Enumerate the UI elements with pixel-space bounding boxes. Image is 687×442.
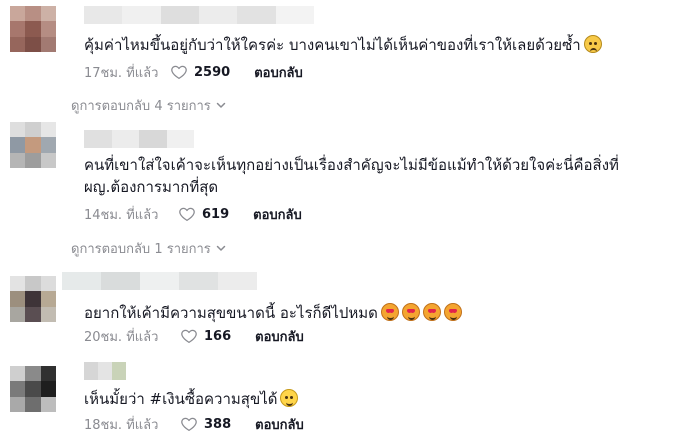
username[interactable]: [62, 272, 257, 290]
comment-meta: 17ชม. ที่แล้ว 2590 ตอบกลับ: [84, 62, 303, 82]
comment-text: คนที่เขาใส่ใจเค้าจะเห็นทุกอย่างเป็นเรื่อ…: [84, 156, 619, 196]
comment-time: 18ชม. ที่แล้ว: [84, 417, 159, 433]
comment-meta: 14ชม. ที่แล้ว 619 ตอบกลับ: [84, 204, 302, 224]
comment-time: 20ชม. ที่แล้ว: [84, 329, 159, 345]
comment-item: เห็นมั้ยว่า #เงินซื้อความสุขได้ 18ชม. ที…: [0, 356, 687, 442]
like-count: 2590: [194, 64, 231, 80]
avatar[interactable]: [10, 6, 56, 52]
heart-eyes-face-icon: [401, 303, 420, 321]
reply-button[interactable]: ตอบกลับ: [254, 62, 303, 83]
frowning-face-icon: [583, 35, 602, 53]
heart-icon: [179, 207, 195, 221]
comment-meta: 20ชม. ที่แล้ว 166 ตอบกลับ: [84, 326, 304, 346]
like-count: 619: [202, 206, 230, 222]
heart-icon: [181, 329, 197, 343]
like-button[interactable]: 166: [180, 327, 231, 345]
heart-eyes-face-icon: [422, 303, 441, 321]
avatar[interactable]: [10, 366, 56, 412]
like-button[interactable]: 619: [178, 205, 229, 223]
comment-time: 14ชม. ที่แล้ว: [84, 207, 159, 223]
comment-item: อยากให้เค้ามีความสุขขนาดนี้ อะไรก็ดีไปหม…: [0, 262, 687, 350]
comment-text: คุ้มค่าไหมขึ้นอยู่กับว่าให้ใครค่ะ บางคนเ…: [84, 34, 669, 56]
heart-eyes-face-icon: [380, 303, 399, 321]
view-replies-button[interactable]: ดูการตอบกลับ 4 รายการ: [71, 95, 227, 115]
reply-button[interactable]: ตอบกลับ: [255, 326, 304, 347]
view-replies-label: ดูการตอบกลับ 1 รายการ: [71, 241, 211, 257]
heart-eyes-face-icon: [443, 303, 462, 321]
reply-button[interactable]: ตอบกลับ: [253, 204, 302, 225]
comment-text: เห็นมั้ยว่า #เงินซื้อความสุขได้: [84, 388, 669, 410]
like-count: 388: [204, 416, 232, 432]
like-button[interactable]: 2590: [170, 63, 230, 81]
comment-item: คนที่เขาใส่ใจเค้าจะเห็นทุกอย่างเป็นเรื่อ…: [0, 118, 687, 260]
comment-item: คุ้มค่าไหมขึ้นอยู่กับว่าให้ใครค่ะ บางคนเ…: [0, 0, 687, 114]
like-button[interactable]: 388: [180, 415, 231, 433]
avatar[interactable]: [10, 122, 56, 168]
view-replies-label: ดูการตอบกลับ 4 รายการ: [71, 98, 211, 114]
username[interactable]: [84, 6, 314, 24]
heart-icon: [181, 417, 197, 431]
username[interactable]: [84, 362, 126, 380]
username[interactable]: [84, 130, 194, 148]
view-replies-button[interactable]: ดูการตอบกลับ 1 รายการ: [71, 238, 227, 258]
heart-icon: [171, 65, 187, 79]
like-count: 166: [204, 328, 232, 344]
chevron-down-icon: [216, 245, 226, 251]
reply-button[interactable]: ตอบกลับ: [255, 414, 304, 435]
comment-time: 17ชม. ที่แล้ว: [84, 65, 159, 81]
avatar[interactable]: [10, 276, 56, 322]
comment-meta: 18ชม. ที่แล้ว 388 ตอบกลับ: [84, 414, 304, 434]
comment-text: อยากให้เค้ามีความสุขขนาดนี้ อะไรก็ดีไปหม…: [84, 302, 669, 324]
smiling-face-icon: [280, 389, 299, 407]
chevron-down-icon: [216, 102, 226, 108]
